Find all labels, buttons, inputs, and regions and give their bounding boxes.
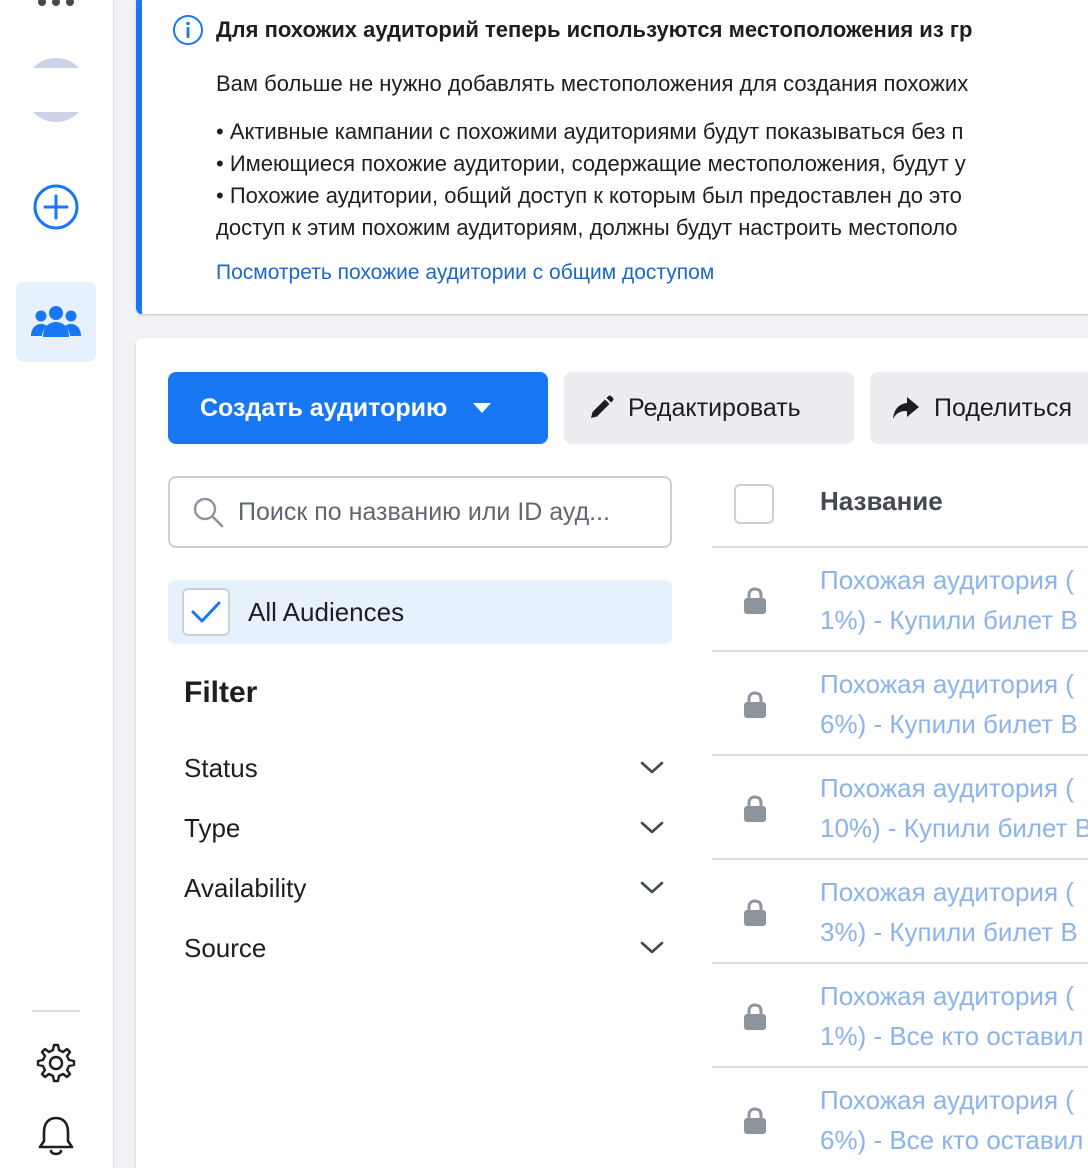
nav-audiences[interactable] — [16, 282, 96, 362]
banner-bullet: • Имеющиеся похожие аудитории, содержащи… — [216, 151, 966, 176]
audience-name-line: 6%) - Все кто оставил — [820, 1125, 1084, 1155]
bell-icon[interactable] — [37, 1114, 75, 1158]
filter-type[interactable]: Type — [184, 808, 664, 848]
filter-availability[interactable]: Availability — [184, 868, 664, 908]
audience-name-link[interactable]: Похожая аудитория ( 6%) - Купили билет В — [820, 664, 1088, 744]
share-button[interactable]: Поделиться — [870, 372, 1088, 444]
audience-name-link[interactable]: Похожая аудитория ( 1%) - Все кто остави… — [820, 976, 1088, 1056]
chevron-down-icon — [640, 821, 664, 834]
filter-status[interactable]: Status — [184, 748, 664, 788]
audience-name-line: 1%) - Купили билет В — [820, 605, 1078, 635]
audience-name-link[interactable]: Похожая аудитория ( 1%) - Купили билет В — [820, 560, 1088, 640]
table-row[interactable]: Похожая аудитория ( 10%) - Купили билет … — [712, 756, 1088, 860]
search-icon — [193, 497, 224, 528]
edit-button[interactable]: Редактировать — [564, 372, 854, 444]
share-arrow-icon — [893, 397, 919, 419]
banner-bullet: • Активные кампании с похожими аудитория… — [216, 119, 964, 144]
audience-name-link[interactable]: Похожая аудитория ( 3%) - Купили билет В — [820, 872, 1088, 952]
filter-label: Availability — [184, 872, 307, 903]
search-input[interactable] — [238, 497, 658, 527]
audience-name-line: Похожая аудитория ( — [820, 669, 1074, 699]
lock-icon — [744, 795, 766, 822]
all-audiences-option[interactable]: All Audiences — [168, 580, 672, 644]
chevron-down-icon — [640, 761, 664, 774]
select-all-checkbox[interactable] — [734, 484, 774, 524]
table-header: Название — [712, 476, 1088, 548]
audience-name-link[interactable]: Похожая аудитория ( 10%) - Купили билет … — [820, 768, 1088, 848]
filter-label: Status — [184, 752, 258, 783]
edit-label: Редактировать — [628, 393, 801, 422]
banner-description: Вам больше не нужно добавлять местополож… — [216, 71, 969, 96]
info-banner: Для похожих аудиторий теперь используютс… — [136, 0, 1088, 314]
checkmark-icon — [191, 601, 221, 623]
audience-name-line: 10%) - Купили билет В — [820, 813, 1088, 843]
audience-search[interactable] — [168, 476, 672, 548]
lock-icon — [744, 899, 766, 926]
lock-icon — [744, 691, 766, 718]
audience-name-line: Похожая аудитория ( — [820, 1085, 1074, 1115]
filter-label: Source — [184, 932, 267, 963]
table-row[interactable]: Похожая аудитория ( 1%) - Купили билет В — [712, 548, 1088, 652]
lock-icon — [744, 1107, 766, 1134]
audience-name-line: Похожая аудитория ( — [820, 981, 1074, 1011]
business-avatar[interactable] — [24, 58, 88, 122]
table-row[interactable]: Похожая аудитория ( 6%) - Все кто остави… — [712, 1068, 1088, 1168]
create-plus-icon[interactable] — [32, 183, 80, 231]
audience-name-line: 1%) - Все кто оставил — [820, 1021, 1084, 1051]
audience-name-line: Похожая аудитория ( — [820, 877, 1074, 907]
column-header-name[interactable]: Название — [820, 486, 943, 517]
create-audience-label: Создать аудиторию — [200, 393, 448, 422]
audience-table: Название Похожая аудитория ( 1%) - Купил… — [712, 476, 1088, 1168]
view-shared-lookalikes-link[interactable]: Посмотреть похожие аудитории с общим дос… — [216, 258, 714, 288]
gear-icon[interactable] — [35, 1042, 77, 1084]
info-icon — [173, 15, 203, 45]
audience-name-line: Похожая аудитория ( — [820, 773, 1074, 803]
audiences-panel: Создать аудиторию Редактировать Поделить… — [136, 338, 1088, 1168]
table-row[interactable]: Похожая аудитория ( 6%) - Купили билет В — [712, 652, 1088, 756]
banner-bullets: • Активные кампании с похожими аудитория… — [216, 116, 966, 244]
people-group-icon — [31, 306, 81, 337]
audience-name-line: 3%) - Купили билет В — [820, 917, 1078, 947]
lock-icon — [744, 1003, 766, 1030]
chevron-down-icon — [640, 881, 664, 894]
filter-source[interactable]: Source — [184, 928, 664, 968]
page: Для похожих аудиторий теперь используютс… — [0, 0, 1088, 1168]
rail-divider — [32, 1010, 80, 1012]
left-nav-rail — [0, 0, 114, 1168]
caret-down-icon — [473, 403, 492, 413]
filter-title: Filter — [184, 676, 258, 709]
more-icon[interactable] — [36, 0, 76, 12]
audience-name-line: Похожая аудитория ( — [820, 565, 1074, 595]
all-audiences-checkbox[interactable] — [182, 588, 230, 636]
banner-bullet-continuation: доступ к этим похожим аудиториям, должны… — [216, 215, 958, 240]
table-row[interactable]: Похожая аудитория ( 3%) - Купили билет В — [712, 860, 1088, 964]
share-label: Поделиться — [934, 393, 1073, 422]
audience-name-line: 6%) - Купили билет В — [820, 709, 1078, 739]
chevron-down-icon — [640, 941, 664, 954]
lock-icon — [744, 587, 766, 614]
banner-bullet: • Похожие аудитории, общий доступ к кото… — [216, 183, 962, 208]
create-audience-button[interactable]: Создать аудиторию — [168, 372, 548, 444]
table-row[interactable]: Похожая аудитория ( 1%) - Все кто остави… — [712, 964, 1088, 1068]
filter-label: Type — [184, 812, 241, 843]
pencil-icon — [591, 395, 614, 418]
banner-title: Для похожих аудиторий теперь используютс… — [216, 17, 973, 42]
audience-name-link[interactable]: Похожая аудитория ( 6%) - Все кто остави… — [820, 1080, 1088, 1160]
all-audiences-label: All Audiences — [248, 596, 405, 627]
